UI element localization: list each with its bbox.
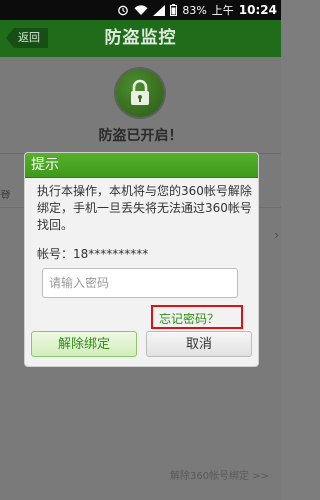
chevron-right-icon: › xyxy=(274,228,279,242)
back-button[interactable]: 返回 xyxy=(6,28,48,48)
unbind-button[interactable]: 解除绑定 xyxy=(31,331,137,357)
wifi-icon xyxy=(134,4,148,15)
hidden-list-label: 登 xyxy=(0,189,10,199)
password-input[interactable] xyxy=(42,268,238,298)
app-header: 防盗监控 返回 xyxy=(0,20,281,57)
dialog-title: 提示 xyxy=(25,153,258,178)
account-label: 帐号：18********** xyxy=(37,247,149,261)
clock: 10:24 xyxy=(238,3,277,17)
signal-icon xyxy=(153,4,166,16)
unbind-360-link[interactable]: 解除360帐号绑定 >> xyxy=(170,467,269,482)
forgot-password-link[interactable]: 忘记密码？ xyxy=(159,310,219,327)
alarm-icon xyxy=(118,5,129,16)
battery-percent: 83% xyxy=(182,3,207,17)
protection-status: 防盗已开启！ xyxy=(98,128,183,144)
ampm-label: 上午 xyxy=(211,4,234,17)
dialog-message: 执行本操作，本机将与您的360帐号解除绑定，手机一旦丢失将无法通过360帐号找回… xyxy=(37,184,252,232)
forgot-password-highlight: 忘记密码？ xyxy=(151,305,243,329)
lock-icon xyxy=(116,69,164,117)
unbind-dialog: 提示 执行本操作，本机将与您的360帐号解除绑定，手机一旦丢失将无法通过360帐… xyxy=(24,152,259,367)
battery-icon xyxy=(170,4,178,16)
cancel-button[interactable]: 取消 xyxy=(146,331,252,357)
status-bar: 83% 上午 10:24 xyxy=(0,0,281,20)
